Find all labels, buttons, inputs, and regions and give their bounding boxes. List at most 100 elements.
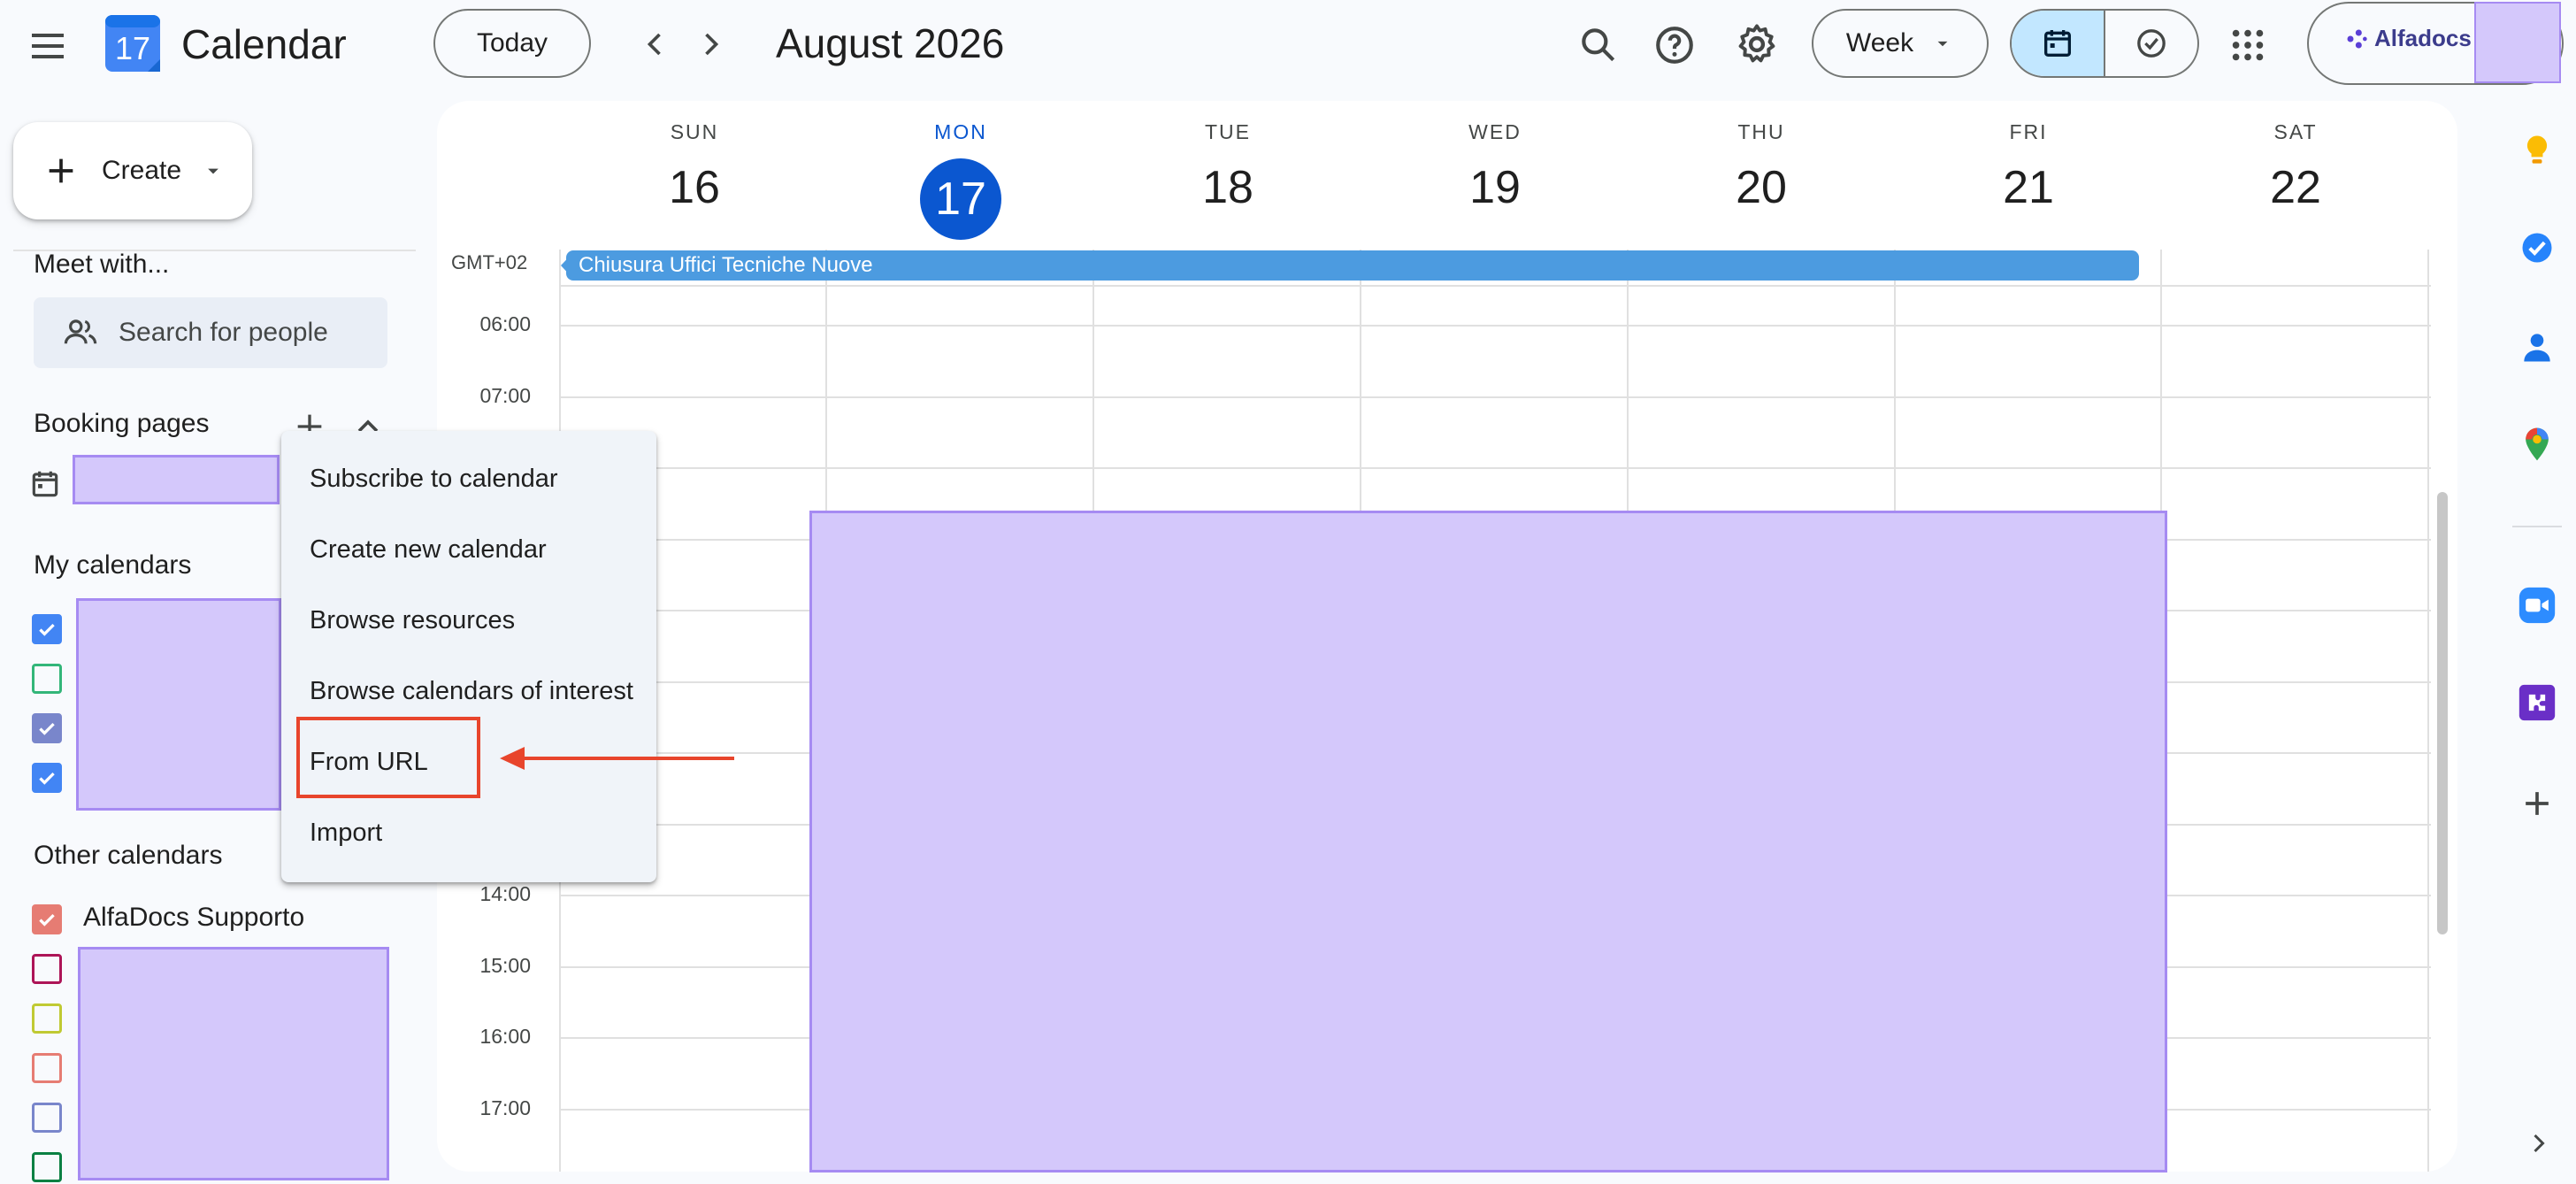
day-header[interactable]: WED 19: [1362, 120, 1628, 215]
grid-line: [559, 285, 2431, 287]
check-circle-icon: [2137, 29, 2166, 58]
day-header[interactable]: FRI 21: [1896, 120, 2161, 215]
day-name: SAT: [2273, 120, 2318, 143]
hour-label: 15:00: [479, 954, 531, 977]
keep-bulb-icon[interactable]: [2518, 131, 2557, 170]
checkmark-icon: [39, 623, 55, 636]
rail-divider: [2512, 526, 2562, 527]
other-calendars-title: Other calendars: [34, 841, 223, 870]
day-header[interactable]: SUN 16: [562, 120, 827, 215]
other-calendar-checkbox[interactable]: [32, 954, 62, 984]
day-header[interactable]: MON 17: [828, 120, 1093, 240]
my-calendar-checkbox[interactable]: [32, 614, 62, 644]
from-url-highlight: [296, 717, 480, 798]
account-brand: Alfadocs: [2344, 25, 2472, 52]
my-calendar-checkbox[interactable]: [32, 713, 62, 743]
create-button[interactable]: Create: [13, 122, 252, 219]
day-number[interactable]: 22: [2163, 160, 2428, 215]
my-calendars-title: My calendars: [34, 550, 192, 580]
checkmark-icon: [39, 772, 55, 785]
menu-item[interactable]: Subscribe to calendar: [281, 443, 656, 514]
create-label: Create: [102, 156, 182, 185]
view-selector-label: Week: [1845, 28, 1914, 58]
today-button[interactable]: Today: [433, 9, 591, 78]
day-number[interactable]: 17: [920, 158, 1001, 240]
events-redacted: [809, 511, 2167, 1172]
day-name: FRI: [2009, 120, 2048, 143]
my-calendar-checkbox[interactable]: [32, 763, 62, 793]
get-addons-plus-icon[interactable]: [2518, 784, 2557, 823]
day-header[interactable]: TUE 18: [1095, 120, 1361, 215]
app-title: Calendar: [181, 21, 347, 67]
maps-pin-icon[interactable]: [2518, 425, 2557, 464]
add-calendar-menu: Subscribe to calendar Create new calendar…: [281, 431, 656, 882]
menu-item[interactable]: Browse calendars of interest: [281, 656, 656, 727]
grid-scrollbar[interactable]: [2437, 492, 2448, 934]
timezone-label: GMT+02: [451, 251, 528, 273]
my-calendars-redacted: [76, 598, 281, 811]
event-continues-left-icon: [561, 250, 575, 281]
my-calendar-checkbox[interactable]: [32, 664, 62, 694]
view-selector[interactable]: Week: [1812, 9, 1989, 78]
day-number[interactable]: 18: [1095, 160, 1361, 215]
checkmark-icon: [39, 913, 55, 926]
booking-pages-title: Booking pages: [34, 409, 210, 438]
day-number[interactable]: 19: [1362, 160, 1628, 215]
hour-label: 16:00: [479, 1025, 531, 1048]
hour-line: [559, 325, 2431, 327]
addon-puzzle-icon[interactable]: [2518, 683, 2557, 722]
help-icon[interactable]: [1652, 23, 1697, 67]
alfadocs-logo-icon: [2347, 29, 2367, 48]
zoom-video-icon[interactable]: [2518, 586, 2557, 625]
all-day-event[interactable]: Chiusura Uffici Tecniche Nuove: [566, 250, 2139, 281]
hour-line: [559, 467, 2431, 469]
tasks-view-toggle[interactable]: [2104, 11, 2197, 76]
calendar-view-toggle[interactable]: [2012, 11, 2104, 76]
meet-with-title: Meet with...: [34, 250, 170, 279]
settings-gear-icon[interactable]: [1734, 21, 1780, 67]
current-period-title: August 2026: [776, 20, 1005, 66]
tasks-check-icon[interactable]: [2518, 228, 2557, 267]
calendar-tasks-toggle[interactable]: [2010, 9, 2199, 78]
expand-side-panel-chevron-icon[interactable]: [2523, 1127, 2555, 1159]
people-icon: [64, 319, 97, 344]
other-calendar-checkbox[interactable]: [32, 1103, 62, 1133]
next-period-button[interactable]: [692, 25, 731, 64]
contacts-person-icon[interactable]: [2518, 327, 2557, 366]
booking-calendar-icon: [28, 467, 62, 501]
day-header[interactable]: THU 20: [1629, 120, 1894, 215]
other-calendars-redacted: [78, 947, 389, 1180]
other-calendar-checkbox[interactable]: [32, 1152, 62, 1182]
other-calendar-checkbox[interactable]: [32, 1003, 62, 1034]
booking-page-redacted[interactable]: [73, 455, 280, 504]
day-number[interactable]: 21: [1896, 160, 2161, 215]
day-number[interactable]: 20: [1629, 160, 1894, 215]
checkmark-icon: [39, 722, 55, 735]
menu-item[interactable]: Import: [281, 797, 656, 868]
account-brand-label: Alfadocs: [2374, 25, 2472, 51]
hour-label: 06:00: [479, 312, 531, 335]
search-people-placeholder: Search for people: [119, 318, 328, 347]
calendar-logo-icon: 17: [104, 13, 162, 73]
google-apps-icon[interactable]: [2227, 25, 2268, 65]
caret-down-icon: [208, 168, 218, 174]
menu-item[interactable]: Create new calendar: [281, 514, 656, 585]
menu-item[interactable]: Browse resources: [281, 585, 656, 656]
previous-period-button[interactable]: [635, 25, 674, 64]
search-icon[interactable]: [1576, 23, 1621, 67]
day-number[interactable]: 16: [562, 160, 827, 215]
account-avatar[interactable]: [2474, 2, 2561, 83]
logo-day: 17: [115, 30, 150, 66]
day-column-line: [2427, 250, 2429, 1172]
other-calendar-checkbox[interactable]: [32, 904, 62, 934]
plus-icon: [49, 158, 73, 183]
main-menu-icon[interactable]: [27, 25, 69, 67]
day-name: WED: [1468, 120, 1522, 143]
other-calendar-checkbox[interactable]: [32, 1053, 62, 1083]
day-name: TUE: [1205, 120, 1251, 143]
hour-label: 17:00: [479, 1096, 531, 1119]
day-header[interactable]: SAT 22: [2163, 120, 2428, 215]
day-name: SUN: [670, 120, 719, 143]
other-calendar-label[interactable]: AlfaDocs Supporto: [83, 903, 304, 933]
search-people-input[interactable]: Search for people: [34, 297, 387, 368]
